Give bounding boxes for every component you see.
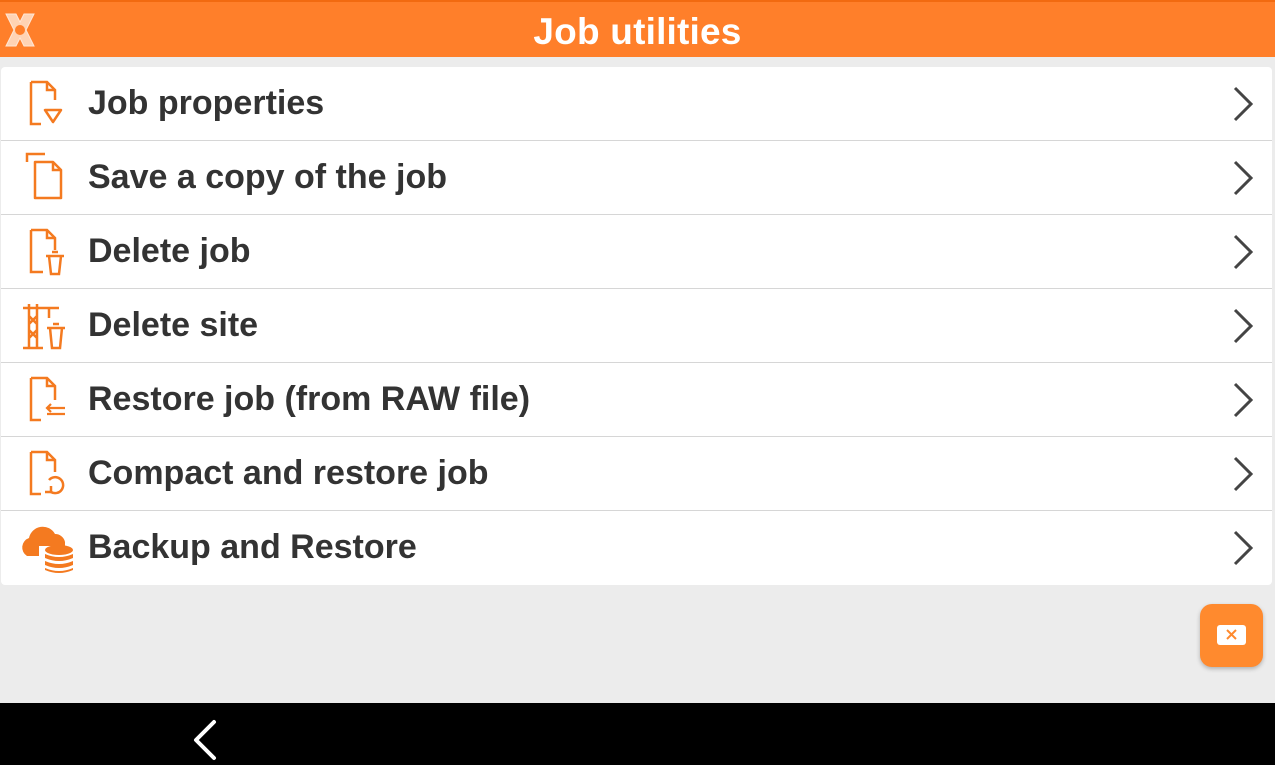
menu-item-compact-restore-job[interactable]: Compact and restore job [1,437,1272,511]
cloud-database-icon [22,526,73,573]
chevron-right-icon [1233,530,1254,566]
job-utilities-list: Job properties Save a copy of the job De… [1,67,1272,585]
keyboard-close-icon [1217,625,1246,645]
page-title: Job utilities [533,11,742,52]
document-delete-icon [29,228,64,276]
menu-item-label: Backup and Restore [88,528,417,566]
system-nav-bar [0,703,1275,765]
document-compact-restore-icon [29,450,65,496]
chevron-right-icon [1233,308,1254,344]
copy-document-icon [25,152,63,200]
document-restore-icon [29,376,65,422]
menu-item-label: Restore job (from RAW file) [88,380,531,418]
chevron-right-icon [1233,456,1254,492]
site-crane-delete-icon [23,304,65,350]
chevron-right-icon [1233,382,1254,418]
menu-item-label: Compact and restore job [88,454,489,492]
menu-item-backup-restore[interactable]: Backup and Restore [1,511,1272,585]
keyboard-close-button[interactable] [1200,604,1263,667]
menu-item-save-copy[interactable]: Save a copy of the job [1,141,1272,215]
app-header: Job utilities [0,0,1275,57]
menu-item-label: Job properties [88,84,325,122]
menu-item-label: Delete site [88,306,259,344]
menu-item-label: Save a copy of the job [88,158,447,196]
menu-item-label: Delete job [88,232,251,270]
chevron-right-icon [1233,86,1254,122]
menu-item-delete-job[interactable]: Delete job [1,215,1272,289]
document-properties-icon [29,80,63,126]
chevron-right-icon [1233,160,1254,196]
menu-item-job-properties[interactable]: Job properties [1,67,1272,141]
menu-item-delete-site[interactable]: Delete site [1,289,1272,363]
chevron-right-icon [1233,234,1254,270]
back-chevron-icon[interactable] [188,718,222,762]
menu-item-restore-job-raw[interactable]: Restore job (from RAW file) [1,363,1272,437]
